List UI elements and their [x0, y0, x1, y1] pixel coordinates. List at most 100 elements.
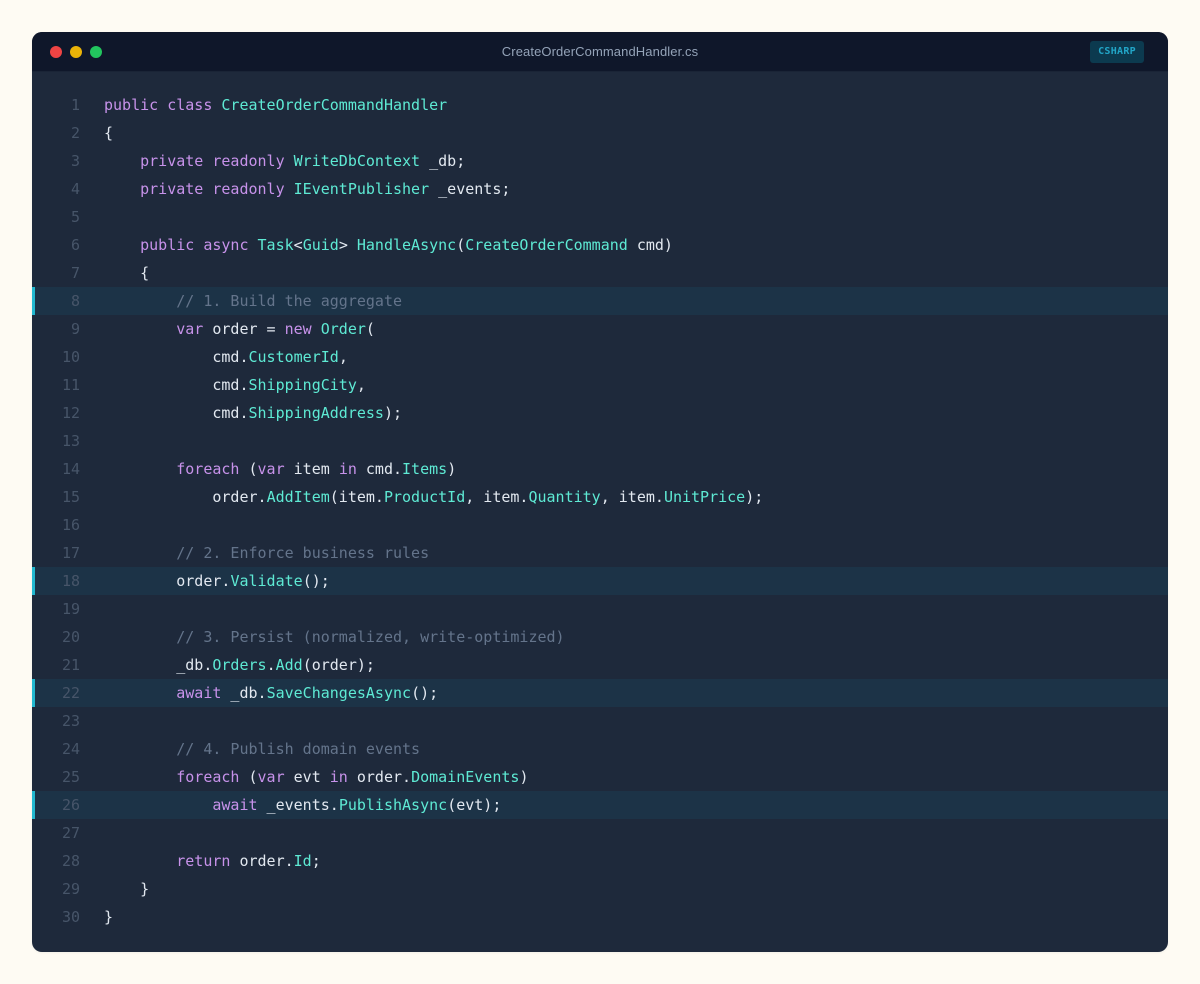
line-number: 9	[70, 320, 80, 338]
line-number: 10	[61, 348, 80, 366]
member-token: ShippingAddress	[248, 404, 384, 422]
plain-token: <	[293, 236, 303, 254]
code-line[interactable]: 13	[32, 427, 1168, 455]
plain-token: );	[383, 404, 403, 422]
file-name: CreateOrderCommandHandler.cs	[501, 44, 699, 59]
member-token: SaveChangesAsync	[266, 684, 412, 702]
code-line[interactable]: 25 foreach (var evt in order.DomainEvent…	[32, 763, 1168, 791]
plain-token: (	[239, 768, 258, 786]
plain-token: (	[456, 236, 466, 254]
plain-token: item	[284, 460, 339, 478]
type-token: CreateOrderCommandHandler	[221, 96, 448, 114]
code-line[interactable]: 27	[32, 819, 1168, 847]
code-line[interactable]: 4 private readonly IEventPublisher _even…	[32, 175, 1168, 203]
keyword-token: var	[176, 320, 204, 338]
code-line-highlighted[interactable]: 26 await _events.PublishAsync(evt);	[32, 791, 1168, 819]
code-line[interactable]: 23	[32, 707, 1168, 735]
code-editor[interactable]: 1 public class CreateOrderCommandHandler 2…	[32, 91, 1168, 931]
plain-token: _events.	[257, 796, 339, 814]
plain-token: _events;	[429, 180, 511, 198]
code-line[interactable]: 7 {	[32, 259, 1168, 287]
keyword-token: async	[203, 236, 249, 254]
keyword-token: new	[284, 320, 312, 338]
plain-token: cmd.	[104, 404, 249, 422]
code-line[interactable]: 28 return order.Id;	[32, 847, 1168, 875]
line-number: 24	[61, 740, 80, 758]
line-source: public class CreateOrderCommandHandler	[104, 91, 447, 119]
type-token: Task	[257, 236, 294, 254]
member-token: Add	[275, 656, 303, 674]
code-line[interactable]: 17 // 2. Enforce business rules	[32, 539, 1168, 567]
title-bar: CreateOrderCommandHandler.cs CSHARP	[32, 32, 1168, 72]
plain-token: )	[519, 768, 529, 786]
member-token: ProductId	[383, 488, 466, 506]
member-token: HandleAsync	[356, 236, 457, 254]
plain-token: _db;	[420, 152, 466, 170]
code-line-highlighted[interactable]: 8 // 1. Build the aggregate	[32, 287, 1168, 315]
keyword-token: return	[176, 852, 231, 870]
code-line[interactable]: 29 }	[32, 875, 1168, 903]
line-source: // 3. Persist (normalized, write-optimiz…	[104, 623, 564, 651]
keyword-token: class	[167, 96, 213, 114]
keyword-token: var	[257, 460, 285, 478]
plain-token: {	[104, 124, 114, 142]
keyword-token: in	[338, 460, 357, 478]
line-source: private readonly IEventPublisher _events…	[104, 175, 510, 203]
code-line[interactable]: 10 cmd.CustomerId,	[32, 343, 1168, 371]
code-line[interactable]: 21 _db.Orders.Add(order);	[32, 651, 1168, 679]
code-window: CreateOrderCommandHandler.cs CSHARP 1 pub…	[32, 32, 1168, 952]
plain-token: order.	[104, 488, 267, 506]
line-number: 21	[61, 656, 80, 674]
code-line-highlighted[interactable]: 18 order.Validate();	[32, 567, 1168, 595]
code-line[interactable]: 9 var order = new Order(	[32, 315, 1168, 343]
type-token: WriteDbContext	[293, 152, 421, 170]
line-number: 19	[61, 600, 80, 618]
code-line[interactable]: 1 public class CreateOrderCommandHandler	[32, 91, 1168, 119]
keyword-token: foreach	[176, 460, 240, 478]
language-badge: CSHARP	[1090, 41, 1144, 63]
plain-token: }	[104, 880, 150, 898]
member-token: UnitPrice	[663, 488, 746, 506]
code-line-highlighted[interactable]: 22 await _db.SaveChangesAsync();	[32, 679, 1168, 707]
keyword-token: public	[104, 96, 159, 114]
code-line[interactable]: 3 private readonly WriteDbContext _db;	[32, 147, 1168, 175]
line-number: 15	[61, 488, 80, 506]
code-line[interactable]: 11 cmd.ShippingCity,	[32, 371, 1168, 399]
line-number: 20	[61, 628, 80, 646]
code-line[interactable]: 2{	[32, 119, 1168, 147]
code-line[interactable]: 20 // 3. Persist (normalized, write-opti…	[32, 623, 1168, 651]
line-source: cmd.CustomerId,	[104, 343, 347, 371]
line-source: cmd.ShippingCity,	[104, 371, 366, 399]
code-line[interactable]: 12 cmd.ShippingAddress);	[32, 399, 1168, 427]
line-number: 8	[70, 292, 80, 310]
line-number: 13	[61, 432, 80, 450]
code-line[interactable]: 5	[32, 203, 1168, 231]
plain-token: order.	[104, 572, 231, 590]
plain-token: (item.	[329, 488, 384, 506]
code-line[interactable]: 16	[32, 511, 1168, 539]
plain-token: }	[104, 908, 114, 926]
plain-token: (	[239, 460, 258, 478]
line-number: 5	[70, 208, 80, 226]
keyword-token: public	[140, 236, 195, 254]
code-line[interactable]: 30}	[32, 903, 1168, 931]
code-line[interactable]: 14 foreach (var item in cmd.Items)	[32, 455, 1168, 483]
code-line[interactable]: 6 public async Task<Guid> HandleAsync(Cr…	[32, 231, 1168, 259]
code-line[interactable]: 15 order.AddItem(item.ProductId, item.Qu…	[32, 483, 1168, 511]
line-number: 3	[70, 152, 80, 170]
line-number: 25	[61, 768, 80, 786]
type-token: IEventPublisher	[293, 180, 430, 198]
code-line[interactable]: 24 // 4. Publish domain events	[32, 735, 1168, 763]
member-token: PublishAsync	[338, 796, 448, 814]
code-line[interactable]: 19	[32, 595, 1168, 623]
line-source: await _db.SaveChangesAsync();	[104, 679, 438, 707]
plain-token: )	[447, 460, 457, 478]
